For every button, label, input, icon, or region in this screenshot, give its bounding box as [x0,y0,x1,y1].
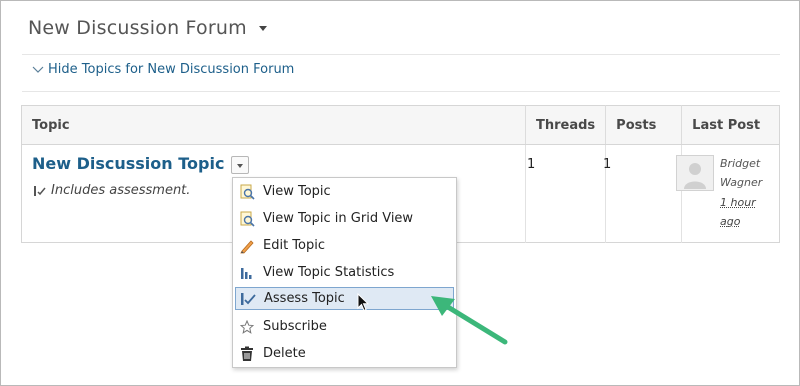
assessment-note-text: Includes assessment. [51,183,191,198]
column-header-last-post: Last Post [681,105,780,145]
column-header-threads: Threads [524,105,606,145]
column-header-posts: Posts [605,105,682,145]
menu-item-label: Delete [263,346,306,361]
divider [22,54,780,55]
last-post-author: Bridget Wagner [720,157,763,189]
menu-item-subscribe[interactable]: Subscribe [235,315,454,338]
pencil-icon [238,237,256,255]
threads-cell [524,144,606,243]
hide-topics-link[interactable]: Hide Topics for New Discussion Forum [32,62,294,77]
last-post-time[interactable]: 1 hour ago [720,193,770,231]
view-topic-icon [238,183,256,201]
user-placeholder-icon [684,163,706,189]
star-icon [238,318,256,336]
menu-item-label: View Topic [263,184,331,199]
topic-link[interactable]: New Discussion Topic [32,154,224,173]
statistics-icon [238,264,256,282]
menu-item-assess-topic[interactable]: Assess Topic [235,287,454,310]
chevron-down-icon [237,164,243,168]
forum-title[interactable]: New Discussion Forum [28,17,247,39]
divider [22,91,780,92]
topic-actions-button[interactable] [231,156,249,174]
menu-item-label: Assess Topic [264,291,345,306]
assessment-check-icon [34,185,46,196]
topic-context-menu: View Topic View Topic in Grid View Edit … [232,177,457,368]
forum-menu-caret-icon[interactable] [259,26,267,31]
assess-icon [239,290,257,308]
menu-item-delete[interactable]: Delete [235,342,454,365]
menu-item-label: View Topic Statistics [263,265,395,280]
assessment-note: Includes assessment. [33,183,190,198]
mouse-cursor-icon [357,293,369,312]
posts-count: 1 [603,157,612,172]
avatar [676,155,714,191]
grid-view-icon [238,210,256,228]
chevron-down-icon [32,66,44,73]
menu-item-grid-view[interactable]: View Topic in Grid View [235,207,454,230]
menu-item-label: Edit Topic [263,238,326,253]
menu-item-edit-topic[interactable]: Edit Topic [235,234,454,257]
hide-topics-label: Hide Topics for New Discussion Forum [48,62,295,77]
menu-item-label: View Topic in Grid View [263,211,414,226]
column-header-topic: Topic [21,105,526,145]
posts-cell [605,144,682,243]
annotation-arrow-icon [431,296,508,345]
menu-item-topic-statistics[interactable]: View Topic Statistics [235,261,454,284]
table-header-row: Topic Threads Posts Last Post [21,105,780,145]
threads-count: 1 [527,157,536,172]
trash-icon [238,345,256,363]
menu-item-view-topic[interactable]: View Topic [235,180,454,203]
menu-item-label: Subscribe [263,319,327,334]
